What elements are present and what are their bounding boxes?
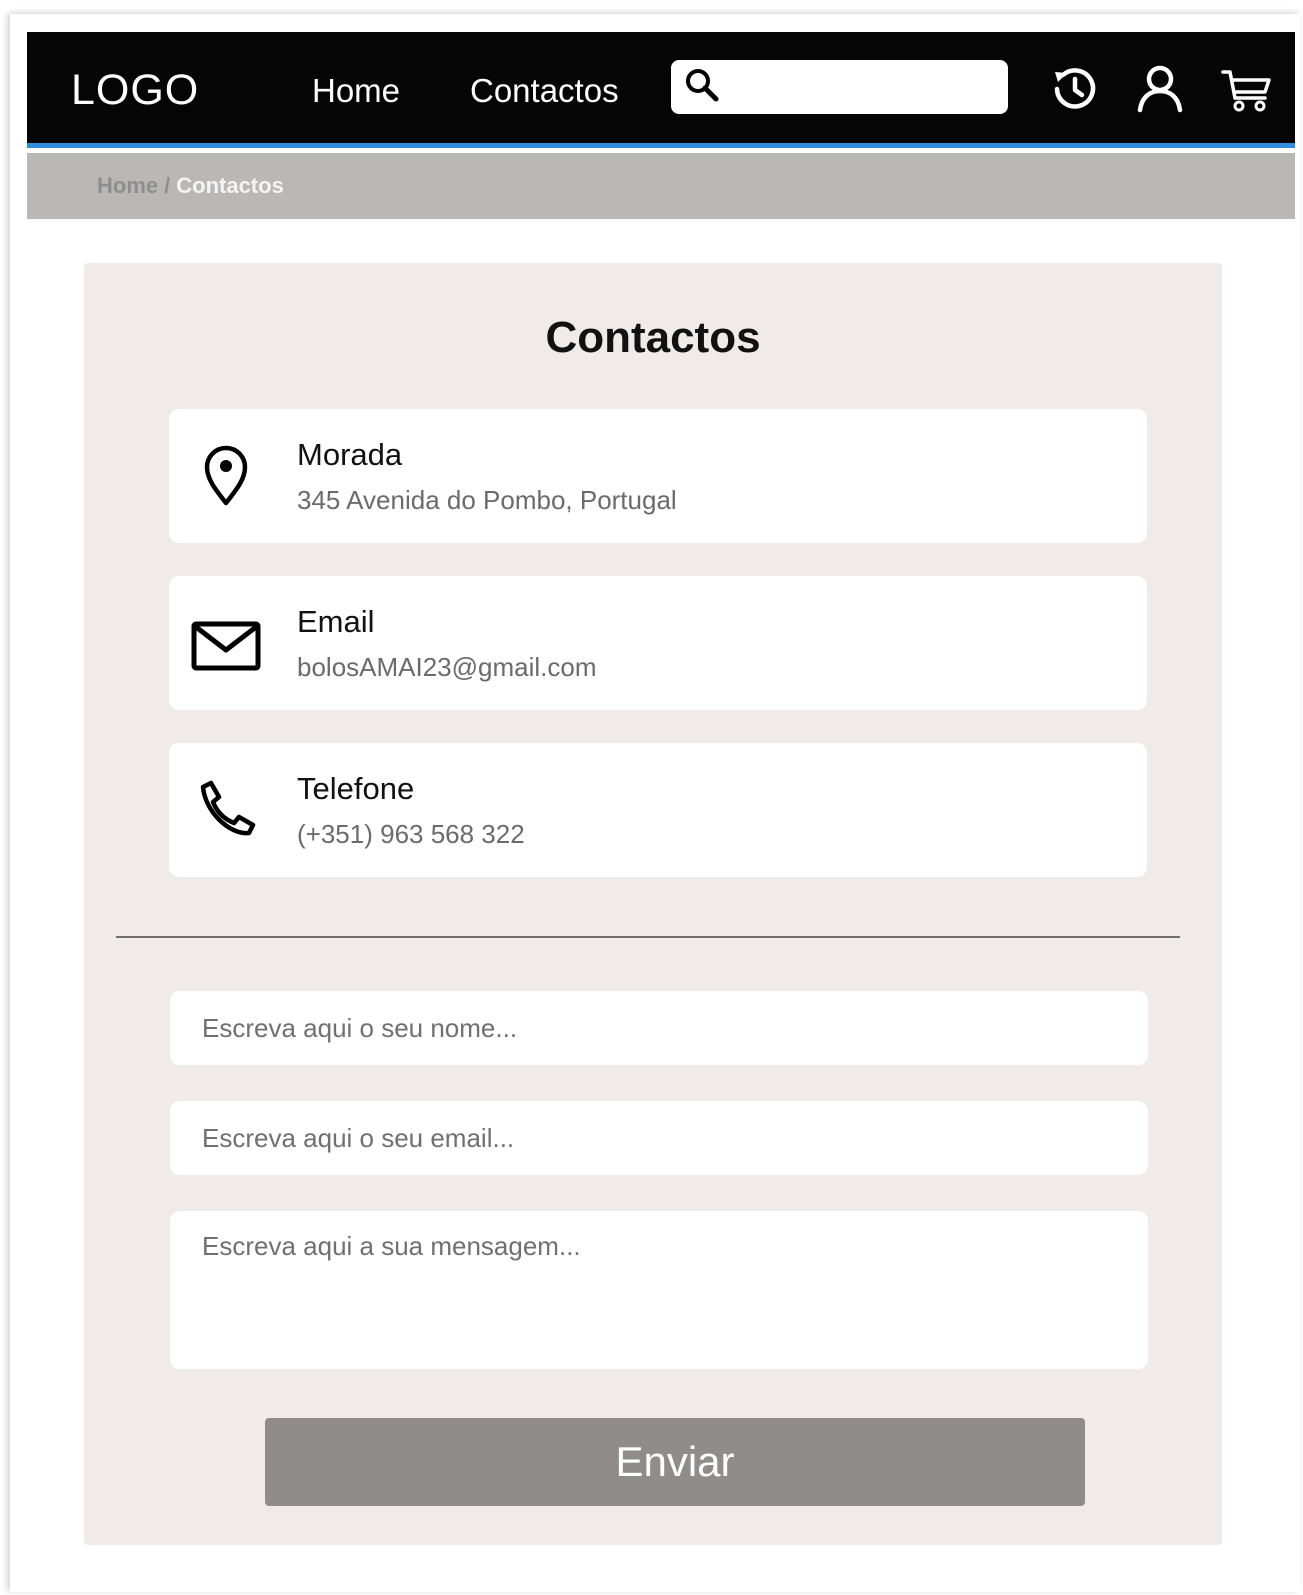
address-card: Morada 345 Avenida do Pombo, Portugal: [169, 409, 1147, 543]
phone-icon: [189, 773, 263, 847]
contact-panel: Contactos Morada 345 Avenida do Pombo, P…: [84, 263, 1222, 1545]
logo[interactable]: LOGO: [71, 66, 199, 115]
address-value: 345 Avenida do Pombo, Portugal: [297, 485, 677, 515]
message-field[interactable]: [170, 1211, 1148, 1369]
search-input[interactable]: [721, 60, 1008, 114]
search-icon[interactable]: [683, 66, 721, 109]
phone-card: Telefone (+351) 963 568 322: [169, 743, 1147, 877]
submit-button[interactable]: Enviar: [265, 1418, 1085, 1506]
nav-link-contactos[interactable]: Contactos: [470, 72, 619, 110]
address-label: Morada: [297, 437, 403, 472]
section-divider: [116, 936, 1180, 938]
breadcrumb-separator: /: [164, 173, 171, 198]
top-navbar: LOGO Home Contactos: [27, 32, 1295, 148]
cart-icon[interactable]: [1219, 62, 1273, 116]
email-value[interactable]: bolosAMAI23@gmail.com: [297, 652, 597, 683]
mail-icon: [189, 606, 263, 680]
breadcrumb-current: Contactos: [176, 173, 284, 198]
email-label: Email: [297, 604, 375, 639]
email-field[interactable]: [170, 1101, 1148, 1175]
name-field[interactable]: [170, 991, 1148, 1065]
page-title: Contactos: [545, 313, 761, 362]
breadcrumb-home[interactable]: Home: [97, 173, 158, 199]
breadcrumb: Home / Contactos: [27, 153, 1295, 219]
nav-link-home[interactable]: Home: [312, 72, 400, 110]
history-icon[interactable]: [1047, 62, 1101, 116]
phone-value[interactable]: (+351) 963 568 322: [297, 819, 525, 850]
map-pin-icon: [189, 439, 263, 513]
search-bar: [671, 60, 1008, 114]
phone-label: Telefone: [297, 771, 415, 806]
email-card: Email bolosAMAI23@gmail.com: [169, 576, 1147, 710]
user-icon[interactable]: [1133, 62, 1187, 116]
